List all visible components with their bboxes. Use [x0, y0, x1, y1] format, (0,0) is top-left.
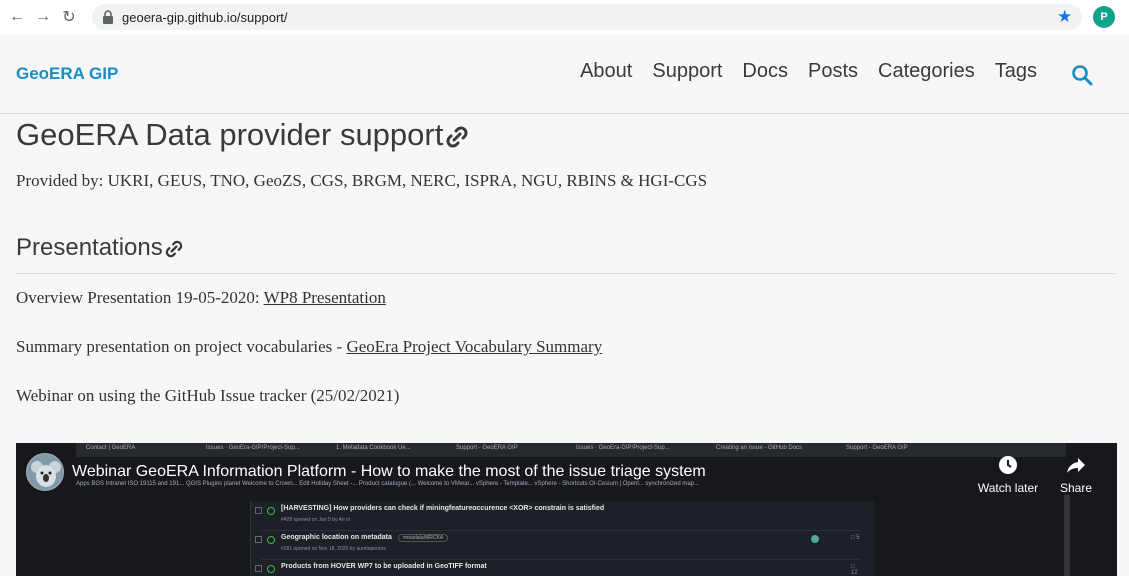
anchor-link-icon[interactable] [443, 125, 471, 149]
main-nav: About Support Docs Posts Categories Tags [580, 60, 1037, 83]
checkbox-icon [255, 507, 262, 514]
summary-paragraph: Summary presentation on project vocabula… [16, 337, 603, 356]
open-issue-icon [267, 507, 275, 515]
provided-by-text: Provided by: UKRI, GEUS, TNO, GeoZS, CGS… [16, 171, 708, 190]
nav-about[interactable]: About [580, 60, 632, 83]
checkbox-icon [255, 565, 262, 572]
wp8-presentation-link[interactable]: WP8 Presentation [264, 288, 386, 307]
reload-icon[interactable]: ↻ [56, 4, 82, 30]
page-title: GeoERA Data provider support [16, 116, 1116, 154]
site-header: GeoERA GIP About Support Docs Posts Cate… [0, 34, 1129, 114]
avatar [811, 535, 819, 543]
video-embed[interactable]: Contact | GeoERA Issues · GeoEra-GIP/Pro… [16, 443, 1117, 576]
profile-avatar[interactable]: P [1093, 6, 1115, 28]
video-tab: Support - GeoERA GIP [456, 445, 518, 451]
checkbox-icon [255, 536, 262, 543]
watch-later-button[interactable]: Watch later [970, 455, 1046, 495]
back-icon[interactable]: ← [4, 4, 30, 30]
bookmark-star-icon[interactable]: ★ [1057, 7, 1072, 27]
address-bar[interactable]: geoera-gip.github.io/support/ [92, 4, 1082, 30]
video-tab: Issues · GeoEra-GIP/Project-Sup... [576, 445, 670, 451]
video-tab: Contact | GeoERA [86, 445, 136, 451]
video-tab: Support - GeoERA GIP [846, 445, 908, 451]
share-button[interactable]: Share [1056, 455, 1096, 495]
nav-categories[interactable]: Categories [878, 60, 975, 83]
webinar-paragraph: Webinar on using the GitHub Issue tracke… [16, 386, 400, 405]
nav-docs[interactable]: Docs [742, 60, 788, 83]
list-item: Geographic location on metadata metadata/… [255, 532, 861, 560]
anchor-link-icon[interactable] [163, 239, 185, 259]
video-issue-list: [HARVESTING] How providers can check if … [250, 501, 874, 576]
nav-tags[interactable]: Tags [995, 60, 1037, 83]
url-text: geoera-gip.github.io/support/ [122, 9, 288, 25]
clock-icon [999, 456, 1017, 474]
video-title[interactable]: Webinar GeoERA Information Platform - Ho… [72, 463, 706, 481]
video-browser-tabs: Contact | GeoERA Issues · GeoEra-GIP/Pro… [76, 443, 1066, 457]
video-bookmarks-bar: Apps BGS Intranet ISO 19115 and 191... Q… [76, 481, 700, 487]
channel-avatar[interactable] [26, 453, 64, 491]
open-issue-icon [267, 536, 275, 544]
nav-support[interactable]: Support [652, 60, 722, 83]
open-issue-icon [267, 565, 275, 573]
browser-toolbar: ← → ↻ geoera-gip.github.io/support/ ★ P [0, 0, 1129, 34]
video-tab: Issues · GeoEra-GIP/Project-Sup... [206, 445, 300, 451]
nav-posts[interactable]: Posts [808, 60, 858, 83]
lock-icon [103, 10, 113, 24]
video-tab: Creating an issue - GitHub Docs [716, 445, 803, 451]
share-arrow-icon [1067, 458, 1085, 473]
video-scrollbar [1064, 495, 1070, 576]
section-heading-presentations: Presentations [16, 233, 1116, 274]
comment-count: □ 5 [851, 535, 860, 541]
list-item: Products from HOVER WP7 to be uploaded i… [255, 561, 861, 576]
forward-icon[interactable]: → [30, 4, 56, 30]
site-logo[interactable]: GeoERA GIP [16, 64, 118, 84]
search-icon[interactable] [1071, 64, 1093, 86]
list-item: [HARVESTING] How providers can check if … [255, 503, 861, 531]
comment-count: □ 12 [851, 564, 858, 576]
vocabulary-summary-link[interactable]: GeoEra Project Vocabulary Summary [346, 337, 602, 356]
overview-paragraph: Overview Presentation 19-05-2020: WP8 Pr… [16, 288, 386, 307]
main-content: GeoERA Data provider support Provided by… [16, 114, 1116, 406]
koala-avatar-icon [27, 454, 63, 490]
video-tab: 1. Metadata Cookbook Ue... [336, 445, 411, 451]
